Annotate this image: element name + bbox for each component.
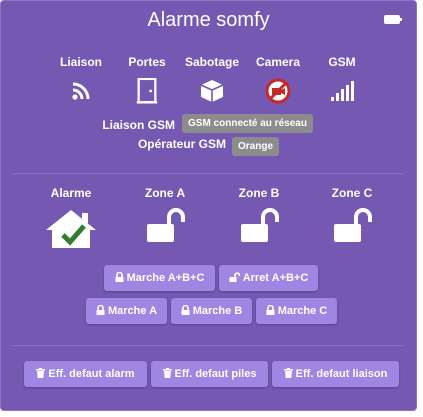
- camera-off-icon: [265, 78, 291, 104]
- eff-defaut-liaison-label: Eff. defaut liaison: [295, 368, 388, 380]
- unlock-icon: [229, 272, 240, 282]
- status-liaison: Liaison: [46, 55, 116, 104]
- door-icon: [136, 78, 158, 104]
- arret-abc-button[interactable]: Arret A+B+C: [219, 265, 318, 291]
- status-liaison-label: Liaison: [59, 55, 102, 69]
- status-sabotage-label: Sabotage: [184, 55, 239, 69]
- trash-icon: [162, 368, 172, 378]
- trash-icon: [283, 368, 293, 378]
- operateur-gsm-label: Opérateur GSM: [137, 137, 226, 151]
- battery-full-icon: [384, 15, 402, 24]
- status-gsm: GSM: [307, 55, 377, 104]
- marche-a-button[interactable]: Marche A: [86, 298, 167, 324]
- status-portes-label: Portes: [128, 55, 166, 69]
- alarm-card: Alarme somfy Liaison Portes Sabotage Cam…: [0, 0, 417, 411]
- marche-c-label: Marche C: [277, 305, 328, 317]
- eff-defaut-piles-button[interactable]: Eff. defaut piles: [151, 361, 268, 387]
- zone-a: Zone A: [125, 186, 205, 244]
- zone-alarme: Alarme: [31, 186, 111, 250]
- liaison-gsm-badge: GSM connecté au réseau: [182, 114, 313, 133]
- status-gsm-label: GSM: [328, 55, 356, 69]
- zone-c-label: Zone C: [331, 186, 373, 200]
- rss-icon: [72, 82, 90, 100]
- divider: [13, 173, 404, 174]
- marche-abc-label: Marche A+B+C: [126, 272, 205, 284]
- unlock-icon: [334, 208, 372, 242]
- status-camera-label: Camera: [255, 55, 301, 69]
- zone-b-label: Zone B: [238, 186, 280, 200]
- eff-defaut-alarm-label: Eff. defaut alarm: [48, 368, 135, 380]
- card-title: Alarme somfy: [147, 9, 270, 31]
- unlock-icon: [147, 208, 185, 242]
- arret-abc-label: Arret A+B+C: [242, 272, 309, 284]
- marche-a-label: Marche A: [107, 305, 158, 317]
- liaison-gsm-label: Liaison GSM: [102, 118, 175, 132]
- divider: [13, 345, 404, 346]
- status-camera: Camera: [243, 55, 313, 104]
- unlock-icon: [241, 208, 279, 242]
- box-icon: [200, 80, 224, 102]
- zone-c: Zone C: [312, 186, 392, 244]
- lock-icon: [96, 304, 105, 315]
- lock-icon: [266, 304, 275, 315]
- eff-defaut-alarm-button[interactable]: Eff. defaut alarm: [24, 361, 147, 387]
- signal-icon: [331, 81, 354, 101]
- operateur-gsm-badge: Orange: [232, 137, 280, 156]
- lock-icon: [181, 304, 190, 315]
- status-sabotage: Sabotage: [177, 55, 247, 104]
- zone-a-label: Zone A: [144, 186, 186, 200]
- status-portes: Portes: [112, 55, 182, 104]
- marche-c-button[interactable]: Marche C: [256, 298, 337, 324]
- home-check-icon: [46, 210, 96, 248]
- trash-icon: [36, 368, 46, 378]
- zone-alarme-label: Alarme: [50, 186, 92, 200]
- eff-defaut-liaison-button[interactable]: Eff. defaut liaison: [272, 361, 399, 387]
- marche-b-button[interactable]: Marche B: [171, 298, 252, 324]
- marche-abc-button[interactable]: Marche A+B+C: [104, 265, 215, 291]
- eff-defaut-piles-label: Eff. defaut piles: [174, 368, 257, 380]
- marche-b-label: Marche B: [192, 305, 243, 317]
- lock-icon: [115, 271, 124, 282]
- zone-b: Zone B: [219, 186, 299, 244]
